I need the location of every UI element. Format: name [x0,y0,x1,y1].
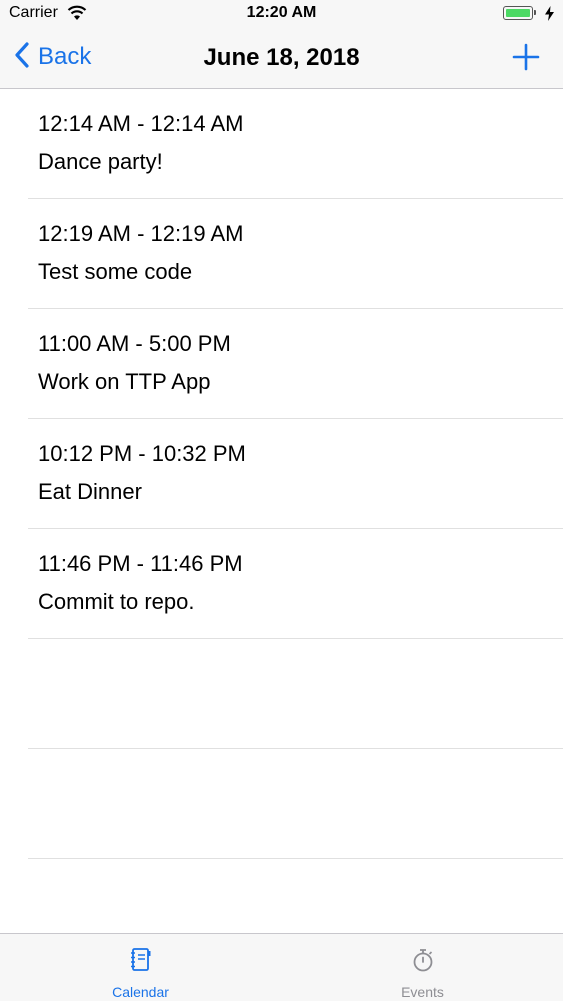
stopwatch-icon [412,947,434,978]
event-row[interactable]: 12:19 AM - 12:19 AM Test some code [28,199,563,309]
notebook-icon [130,947,152,978]
event-title: Work on TTP App [38,369,211,394]
event-time-range: 11:00 AM - 5:00 PM [38,331,231,356]
event-time-range: 12:19 AM - 12:19 AM [38,221,244,246]
status-bar: Carrier 12:20 AM [0,0,563,28]
event-title: Eat Dinner [38,479,142,504]
charging-bolt-icon [545,6,554,26]
tab-calendar[interactable]: Calendar [0,934,281,1001]
event-title: Dance party! [38,149,163,174]
add-event-button[interactable] [511,42,541,72]
event-row[interactable]: 12:14 AM - 12:14 AM Dance party! [28,89,563,199]
tab-label: Events [401,984,444,1000]
status-time: 12:20 AM [246,4,317,21]
navigation-bar: Back June 18, 2018 [0,28,563,89]
event-row[interactable]: 10:12 PM - 10:32 PM Eat Dinner [28,419,563,529]
plus-icon [512,43,540,71]
tab-label: Calendar [112,984,169,1000]
tab-events[interactable]: Events [282,934,563,1001]
event-row[interactable]: 11:00 AM - 5:00 PM Work on TTP App [28,309,563,419]
event-row[interactable]: 11:46 PM - 11:46 PM Commit to repo. [28,529,563,639]
tab-bar: Calendar Events [0,933,563,1001]
battery-icon [503,6,536,20]
event-title: Commit to repo. [38,589,195,614]
event-list: 12:14 AM - 12:14 AM Dance party! 12:19 A… [0,89,563,859]
empty-row [28,749,563,859]
empty-row [28,639,563,749]
event-title: Test some code [38,259,193,284]
event-time-range: 10:12 PM - 10:32 PM [38,441,246,466]
event-time-range: 11:46 PM - 11:46 PM [38,551,243,576]
event-time-range: 12:14 AM - 12:14 AM [38,111,244,136]
page-title: June 18, 2018 [203,44,360,71]
